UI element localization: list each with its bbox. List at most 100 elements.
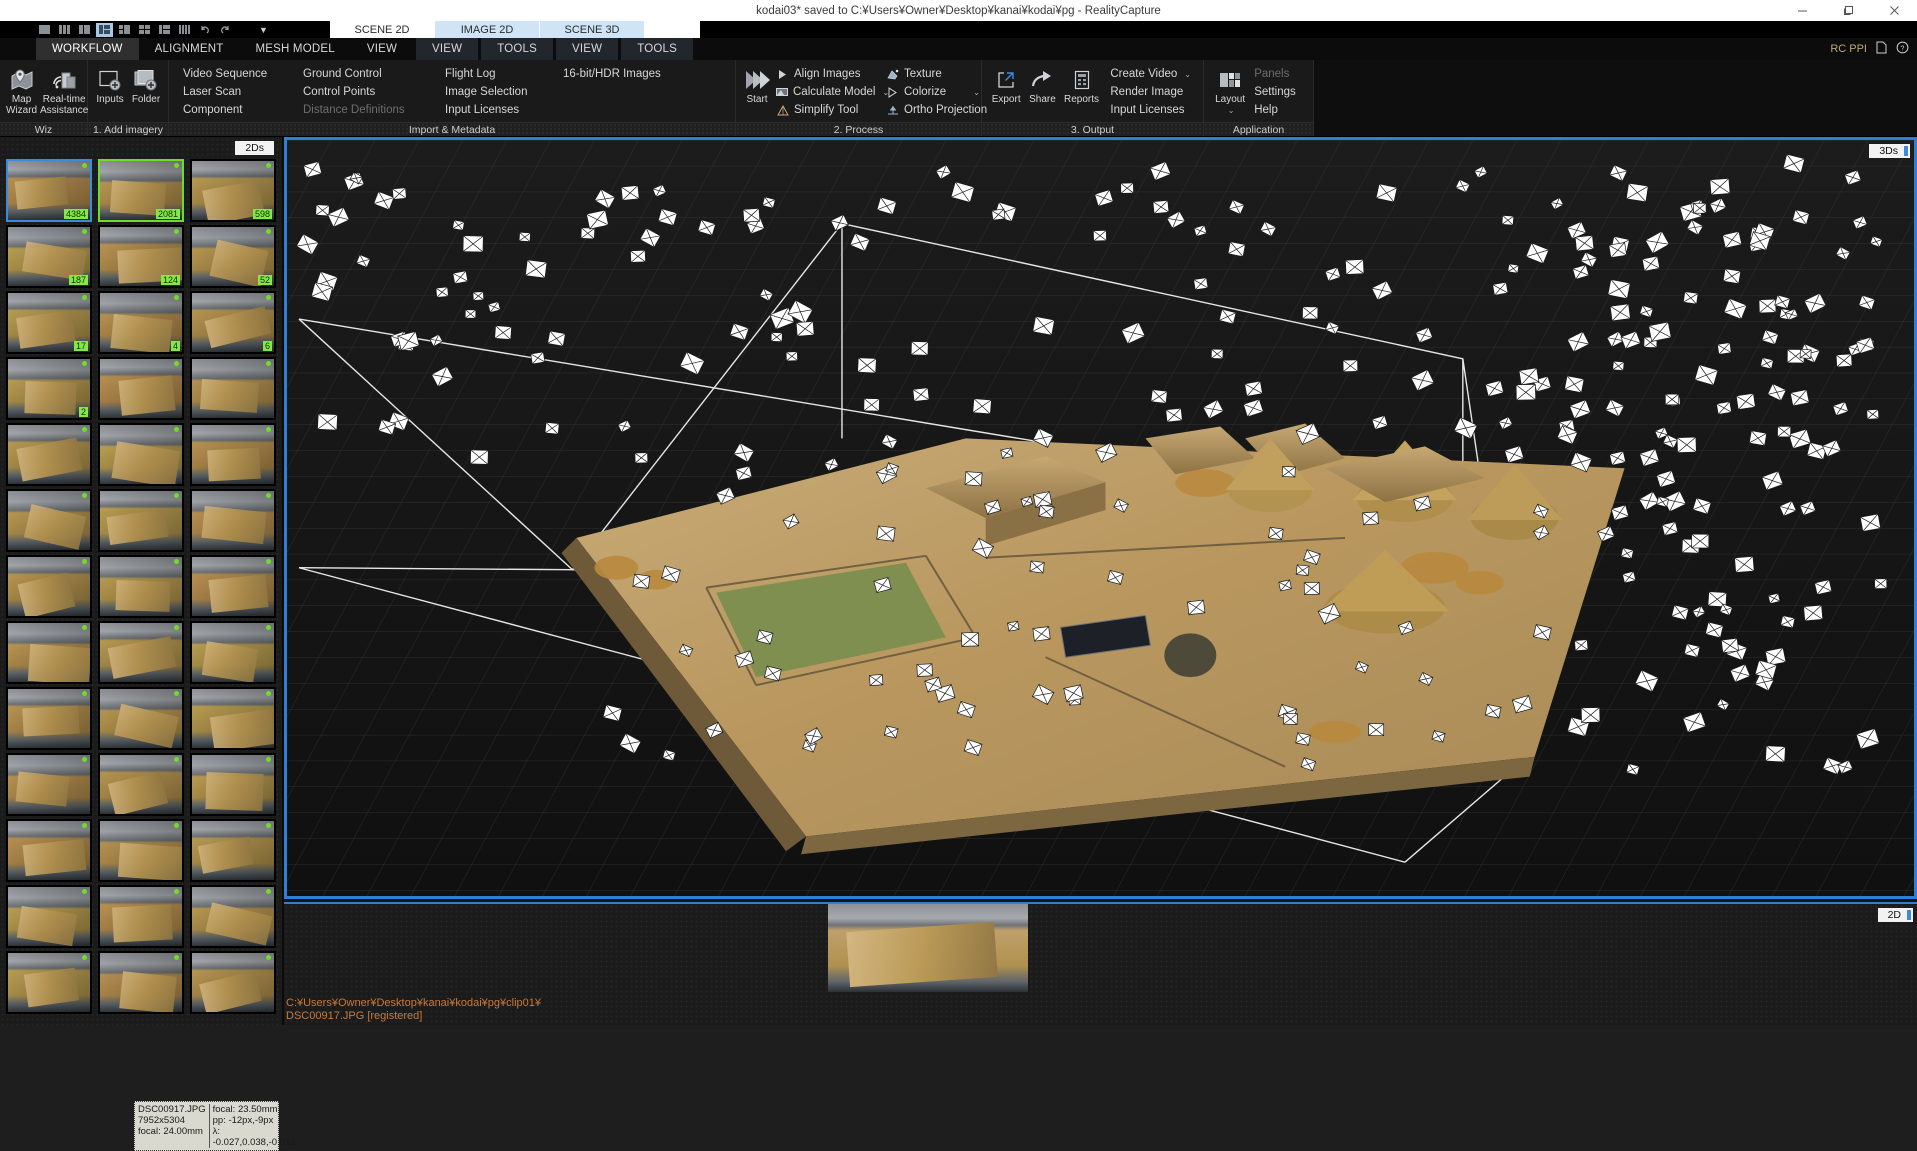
- thumbnail-item[interactable]: [190, 621, 276, 684]
- minimize-button[interactable]: [1779, 0, 1825, 21]
- camera-position-marker[interactable]: [1709, 178, 1731, 196]
- camera-position-marker[interactable]: [916, 663, 933, 677]
- hdr-images-item[interactable]: 16-bit/HDR Images: [561, 65, 711, 83]
- map-wizard-button[interactable]: Map Wizard: [6, 63, 37, 116]
- export-button[interactable]: Export: [988, 63, 1024, 106]
- camera-position-marker[interactable]: [863, 398, 880, 412]
- camera-position-marker[interactable]: [1748, 430, 1768, 447]
- chevron-down-icon[interactable]: ⌄: [1184, 70, 1191, 79]
- camera-position-marker[interactable]: [1038, 504, 1055, 519]
- camera-position-marker[interactable]: [1187, 599, 1206, 616]
- camera-position-marker[interactable]: [1345, 259, 1365, 275]
- thumbnail-item[interactable]: [98, 885, 184, 948]
- camera-position-marker[interactable]: [1007, 620, 1020, 632]
- camera-position-marker[interactable]: [876, 525, 896, 542]
- thumbnail-item[interactable]: [6, 621, 92, 684]
- camera-position-marker[interactable]: [1625, 182, 1649, 203]
- ribbon-ctx-tab-view-1[interactable]: VIEW: [416, 38, 479, 60]
- camera-position-marker[interactable]: [1664, 393, 1680, 406]
- camera-position-marker[interactable]: [1758, 298, 1777, 314]
- preview-2d-badge[interactable]: 2D: [1877, 908, 1913, 922]
- calculate-model-item[interactable]: Calculate Model ⌄: [774, 83, 889, 101]
- layout-left-split-icon[interactable]: [96, 22, 113, 37]
- quick-access-overflow-icon[interactable]: ▼: [259, 25, 268, 35]
- camera-position-marker[interactable]: [912, 387, 930, 402]
- camera-position-marker[interactable]: [1295, 732, 1311, 746]
- camera-position-marker[interactable]: [1518, 367, 1540, 386]
- thumbnail-item[interactable]: 187: [6, 225, 92, 288]
- help-icon[interactable]: ?: [1896, 41, 1909, 57]
- image-preview-strip[interactable]: 2D C:¥Users¥Owner¥Desktop¥kanai¥kodai¥pg…: [284, 902, 1917, 1025]
- thumbnail-item[interactable]: [6, 951, 92, 1014]
- thumbnail-item[interactable]: [190, 687, 276, 750]
- camera-position-marker[interactable]: [630, 249, 646, 263]
- camera-position-marker[interactable]: [1152, 199, 1170, 214]
- flight-log-item[interactable]: Flight Log: [443, 65, 561, 83]
- camera-position-marker[interactable]: [910, 341, 929, 356]
- thumbnail-item[interactable]: [6, 753, 92, 816]
- camera-position-marker[interactable]: [1641, 255, 1661, 272]
- thumbnail-item[interactable]: 4384: [6, 159, 92, 222]
- camera-position-marker[interactable]: [317, 413, 338, 431]
- undo-icon[interactable]: [196, 23, 213, 37]
- layout-quad-icon[interactable]: [136, 23, 153, 37]
- help-item[interactable]: Help: [1252, 101, 1307, 119]
- camera-position-marker[interactable]: [1501, 215, 1515, 226]
- start-button[interactable]: Start: [742, 63, 772, 106]
- 3d-scene-render[interactable]: [287, 140, 1914, 896]
- chevron-down-icon[interactable]: ⌄: [973, 88, 980, 97]
- settings-item[interactable]: Settings: [1252, 83, 1307, 101]
- camera-position-marker[interactable]: [961, 632, 980, 647]
- tab-scene-3d[interactable]: SCENE 3D: [540, 21, 645, 38]
- camera-position-marker[interactable]: [632, 573, 651, 589]
- camera-position-marker[interactable]: [494, 325, 513, 340]
- thumbnail-item[interactable]: [98, 555, 184, 618]
- camera-position-marker[interactable]: [1799, 348, 1812, 359]
- realtime-assistance-button[interactable]: Real-time Assistance: [40, 63, 88, 116]
- camera-position-marker[interactable]: [964, 471, 983, 487]
- camera-position-marker[interactable]: [634, 452, 649, 464]
- thumbnail-item[interactable]: [6, 423, 92, 486]
- camera-position-marker[interactable]: [1691, 533, 1710, 549]
- thumbnail-panel-badge[interactable]: 2Ds: [235, 141, 274, 155]
- camera-position-marker[interactable]: [1032, 626, 1051, 642]
- camera-position-marker[interactable]: [547, 330, 566, 347]
- thumbnail-item[interactable]: [6, 555, 92, 618]
- ground-control-item[interactable]: Ground Control: [301, 65, 443, 83]
- thumbnail-item[interactable]: 6: [190, 291, 276, 354]
- layout-three-col-icon[interactable]: [56, 23, 73, 37]
- camera-position-marker[interactable]: [742, 208, 761, 223]
- reports-button[interactable]: Reports: [1061, 63, 1103, 106]
- redo-icon[interactable]: [216, 23, 233, 37]
- thumbnail-item[interactable]: [6, 687, 92, 750]
- image-selection-item[interactable]: Image Selection: [443, 83, 561, 101]
- camera-position-marker[interactable]: [1029, 560, 1045, 574]
- layout-three-mixed-icon[interactable]: [156, 23, 173, 37]
- camera-position-marker[interactable]: [770, 332, 783, 342]
- camera-position-marker[interactable]: [1342, 359, 1359, 373]
- camera-position-marker[interactable]: [1716, 342, 1732, 355]
- camera-position-marker[interactable]: [580, 227, 596, 240]
- panels-item[interactable]: Panels: [1252, 65, 1307, 83]
- camera-position-marker[interactable]: [1210, 348, 1224, 360]
- output-input-licenses-item[interactable]: Input Licenses: [1108, 101, 1197, 119]
- camera-position-marker[interactable]: [1722, 268, 1742, 285]
- tab-image-2d[interactable]: IMAGE 2D: [435, 21, 540, 38]
- camera-position-marker[interactable]: [1780, 615, 1796, 629]
- scene-3d-viewport[interactable]: 3Ds: [284, 137, 1917, 899]
- inputs-button[interactable]: Inputs: [94, 63, 126, 106]
- camera-position-marker[interactable]: [857, 357, 877, 374]
- camera-position-marker[interactable]: [1165, 407, 1183, 423]
- thumbnail-item[interactable]: [6, 489, 92, 552]
- ribbon-tab-alignment[interactable]: ALIGNMENT: [139, 38, 240, 60]
- thumbnail-item[interactable]: [98, 819, 184, 882]
- camera-position-marker[interactable]: [1574, 235, 1595, 252]
- ribbon-ctx-tab-view-2[interactable]: VIEW: [556, 38, 619, 60]
- camera-position-marker[interactable]: [620, 185, 640, 201]
- ribbon-tab-mesh-model[interactable]: MESH MODEL: [240, 38, 351, 60]
- camera-position-marker[interactable]: [1362, 511, 1379, 526]
- chevron-down-icon[interactable]: ⌄: [1228, 106, 1235, 115]
- create-video-item[interactable]: Create Video ⌄: [1108, 65, 1197, 83]
- thumbnail-item[interactable]: [190, 753, 276, 816]
- thumbnail-item[interactable]: [98, 687, 184, 750]
